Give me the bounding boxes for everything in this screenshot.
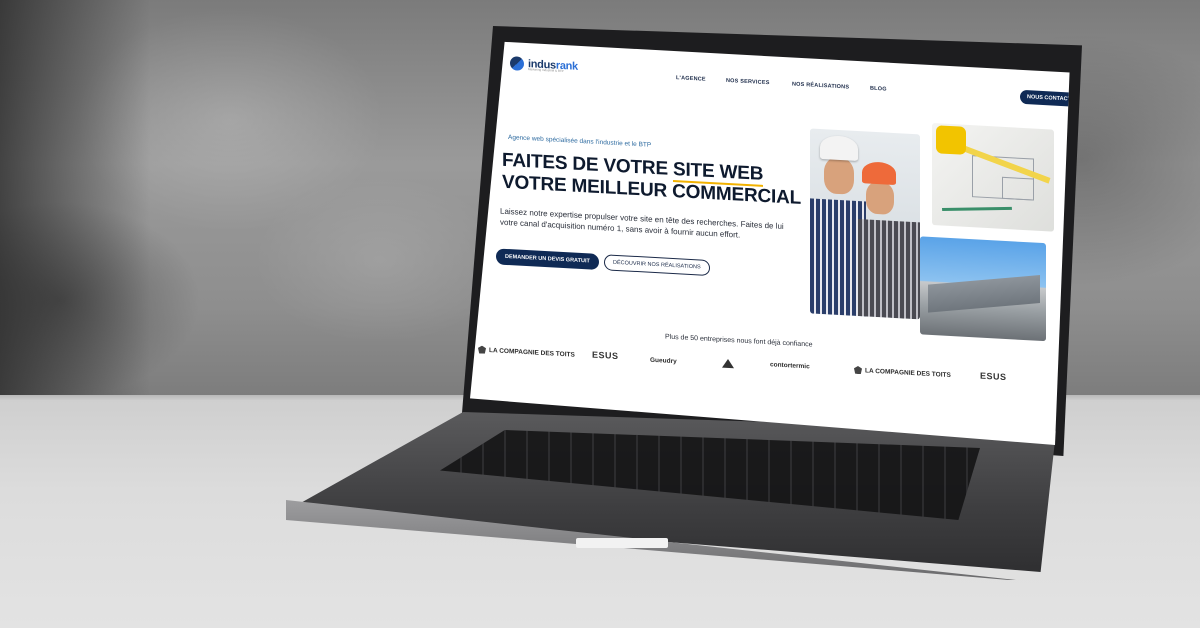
shield-icon	[854, 366, 862, 374]
warehouse-building	[928, 274, 1040, 313]
client-logo: contortermic	[770, 361, 810, 370]
globe-icon	[510, 56, 524, 71]
request-quote-button[interactable]: DEMANDER UN DEVIS GRATUIT	[496, 248, 599, 270]
client-logo-name: ESUS	[980, 370, 1007, 383]
site-header: indusrank Marketing Industriel & BTP L'A…	[510, 52, 1070, 112]
client-logo: Gueudry	[650, 357, 677, 365]
client-logo: LA COMPAGNIE DES TOITS	[854, 366, 951, 379]
white-helmet	[820, 134, 858, 162]
website-page: indusrank Marketing Industriel & BTP L'A…	[470, 40, 1070, 445]
client-logo-name: LA COMPAGNIE DES TOITS	[865, 366, 951, 379]
laptop-notch	[576, 538, 668, 548]
client-logo: ESUS	[592, 350, 619, 361]
blueprint-photo	[932, 123, 1054, 232]
triangle-logo-icon	[722, 358, 734, 369]
nav-item-blog[interactable]: BLOG	[870, 86, 887, 93]
client-logo-name: ESUS	[592, 349, 619, 362]
client-logo: ESUS	[980, 371, 1007, 382]
worker-face	[866, 181, 894, 215]
shield-icon	[478, 345, 486, 353]
contact-button[interactable]: NOUS CONTACTER	[1020, 89, 1070, 108]
workers-photo	[810, 128, 920, 320]
worker-face	[824, 157, 854, 195]
trust-title: Plus de 50 entreprises nous font déjà co…	[665, 333, 813, 349]
nav-item-agence[interactable]: L'AGENCE	[676, 75, 706, 83]
nav-item-realisations[interactable]: NOS RÉALISATIONS	[792, 81, 849, 90]
plan-line	[1002, 176, 1034, 201]
client-logo-name: Gueudry	[650, 356, 677, 366]
hero-title: FAITES DE VOTRE SITE WEB VOTRE MEILLEUR …	[502, 150, 801, 210]
client-logo-name: LA COMPAGNIE DES TOITS	[489, 346, 575, 359]
hero-kicker: Agence web spécialisée dans l'industrie …	[508, 134, 652, 149]
logo-tagline: Marketing Industriel & BTP	[528, 67, 564, 74]
warehouse-photo	[920, 236, 1046, 342]
client-logos: LA COMPAGNIE DES TOITS ESUS Gueudry cont…	[470, 345, 1070, 401]
orange-helmet	[862, 161, 896, 186]
nav-item-services[interactable]: NOS SERVICES	[726, 78, 770, 86]
pencil-icon	[941, 206, 1013, 212]
measuring-tape-icon	[936, 125, 966, 155]
client-logo-name: contortermic	[770, 361, 810, 371]
client-logo	[722, 358, 734, 369]
laptop-screen: indusrank Marketing Industriel & BTP L'A…	[470, 40, 1070, 445]
client-logo: LA COMPAGNIE DES TOITS	[478, 345, 575, 358]
hero-description: Laissez notre expertise propulser votre …	[500, 206, 784, 240]
worker-shirt	[858, 219, 920, 320]
discover-projects-button[interactable]: DÉCOUVRIR NOS RÉALISATIONS	[604, 254, 710, 276]
